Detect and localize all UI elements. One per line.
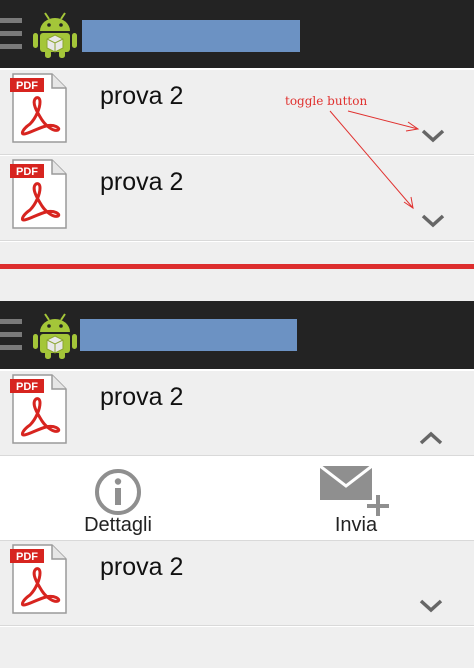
- send-label: Invia: [334, 514, 378, 536]
- app-title-placeholder: [80, 319, 297, 351]
- pdf-icon: [10, 72, 68, 144]
- app-title-placeholder: [82, 20, 300, 52]
- expanded-actions-panel: Dettagli Invia: [0, 457, 474, 541]
- hamburger-icon[interactable]: [0, 319, 22, 351]
- list-item[interactable]: prova 2: [0, 156, 474, 241]
- list-item[interactable]: prova 2: [0, 371, 474, 456]
- list-empty-area: [0, 242, 474, 264]
- mail-add-icon: [319, 464, 389, 516]
- send-button[interactable]: Invia: [286, 457, 426, 541]
- info-icon: [95, 469, 141, 515]
- details-button[interactable]: Dettagli: [48, 457, 188, 541]
- android-icon: [32, 311, 78, 359]
- pdf-icon: [10, 373, 68, 445]
- chevron-down-icon[interactable]: [416, 207, 450, 235]
- pdf-icon: [10, 543, 68, 615]
- file-name: prova 2: [100, 168, 184, 196]
- hamburger-icon[interactable]: [0, 18, 22, 50]
- android-icon: [32, 10, 78, 58]
- pdf-icon: [10, 158, 68, 230]
- annotation-label: toggle button: [285, 94, 368, 108]
- file-name: prova 2: [100, 82, 184, 110]
- list-item[interactable]: prova 2: [0, 541, 474, 626]
- file-name: prova 2: [100, 553, 184, 581]
- details-label: Dettagli: [84, 514, 152, 536]
- list-empty-area: [0, 269, 474, 301]
- file-name: prova 2: [100, 383, 184, 411]
- chevron-down-icon[interactable]: [414, 592, 448, 620]
- action-bar: [0, 301, 474, 369]
- list-empty-area: [0, 627, 474, 668]
- chevron-down-icon[interactable]: [416, 122, 450, 150]
- chevron-up-icon[interactable]: [414, 424, 448, 452]
- list-item[interactable]: prova 2: [0, 70, 474, 155]
- action-bar: [0, 0, 474, 68]
